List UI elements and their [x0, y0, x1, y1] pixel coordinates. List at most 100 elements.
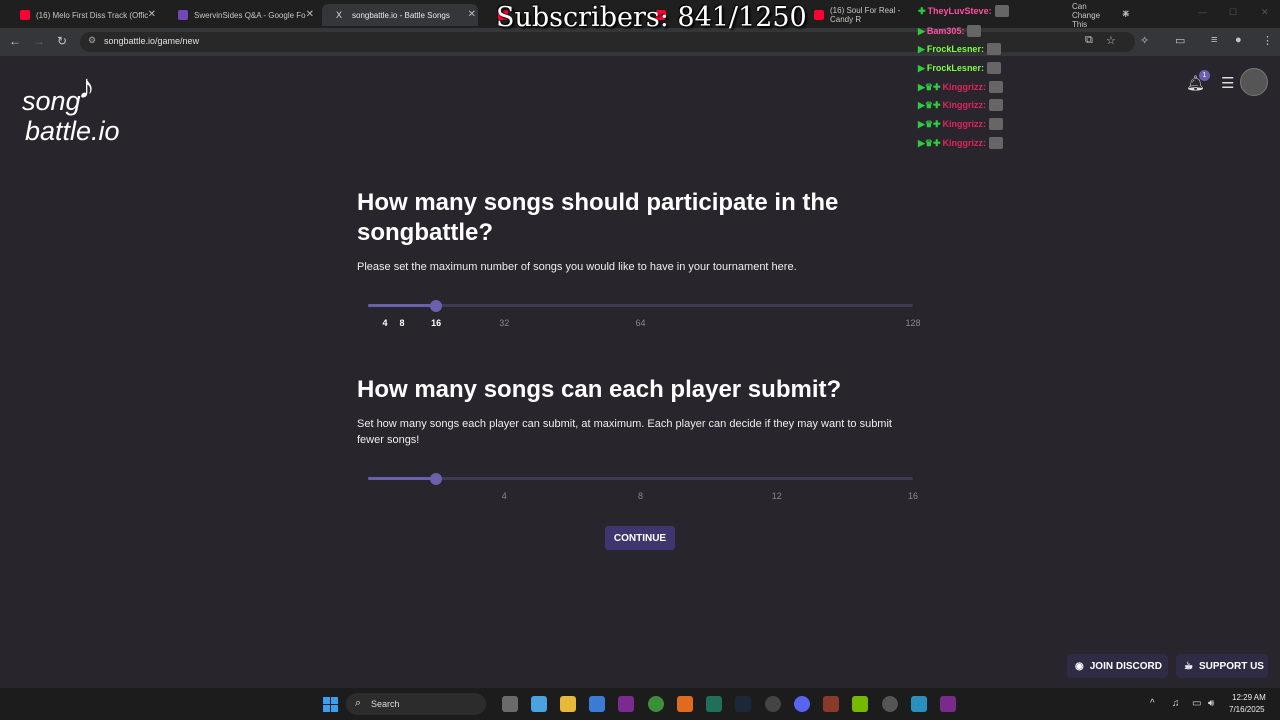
slider-tick-label: 4 [382, 318, 388, 328]
songs-per-player-slider[interactable] [368, 473, 913, 485]
bookmark-star-icon[interactable]: ☆ [1106, 34, 1116, 47]
join-discord-button[interactable]: ◉ JOIN DISCORD [1067, 654, 1168, 678]
slider-tick-label: 128 [905, 318, 921, 328]
chat-username: Kinggrizz: [942, 100, 987, 110]
songbattle-logo[interactable]: ♪ song battle.io [22, 68, 142, 148]
back-icon[interactable]: ← [9, 34, 21, 48]
slider-thumb[interactable] [430, 300, 443, 312]
songs-count-title: How many songs should participate in the… [357, 189, 839, 246]
notification-badge: 1 [1199, 70, 1210, 81]
tab-title: Can Change This [1072, 1, 1101, 29]
slider-tick-label: 32 [499, 318, 510, 328]
search-icon: ⌕ [355, 697, 362, 709]
slider-tick-label: 4 [501, 491, 507, 501]
app-icon[interactable] [940, 696, 956, 712]
minimize-icon[interactable]: — [1198, 7, 1207, 17]
notepad-icon[interactable] [911, 696, 927, 712]
tab-1[interactable]: (16) Melo First Diss Track (Offic ✕ [6, 4, 158, 26]
app-icon[interactable] [677, 696, 693, 712]
emote-icon [989, 137, 1004, 149]
new-tab-icon[interactable]: + [1122, 6, 1130, 21]
excel-icon[interactable] [706, 696, 722, 712]
close-icon[interactable]: ✕ [306, 9, 314, 20]
nvidia-icon[interactable] [852, 696, 868, 712]
site-info-icon[interactable]: ⚙ [88, 35, 96, 46]
tab-songbattle[interactable]: X songbattle.io - Battle Songs ✕ [322, 4, 478, 26]
chat-line: ✚ TheyLuvSteve: [918, 4, 1009, 18]
chat-username: Bam305: [926, 26, 965, 36]
reload-icon[interactable]: ↻ [57, 34, 67, 48]
discord-taskbar-icon[interactable] [794, 696, 810, 712]
google-forms-icon [178, 10, 188, 20]
url-text[interactable]: songbattle.io/game/new [104, 36, 199, 46]
songs-count-description: Please set the maximum number of songs y… [357, 261, 797, 273]
chat-username: TheyLuvSteve: [927, 6, 992, 16]
emote-icon [994, 5, 1009, 17]
split-view-icon[interactable]: ▭ [1175, 34, 1185, 47]
steam-icon[interactable] [735, 696, 751, 712]
tab-2[interactable]: SwervinSides Q&A - Google Fo ✕ [164, 4, 316, 26]
emote-icon [989, 99, 1004, 111]
chat-badge-icon: ▶♛✚ [918, 81, 941, 92]
tab-6[interactable]: (16) Soul For Real - Candy R [800, 4, 920, 26]
windows-taskbar [0, 688, 1280, 720]
windows-start-icon[interactable] [323, 697, 338, 712]
copilot-icon[interactable] [531, 696, 547, 712]
store-icon[interactable] [589, 696, 605, 712]
slider-fill [368, 304, 437, 307]
chat-username: FrockLesner: [926, 63, 984, 73]
window-close-icon[interactable]: ✕ [1261, 7, 1269, 18]
taskbar-search[interactable] [346, 693, 486, 715]
avatar[interactable] [1240, 68, 1268, 96]
slider-track [368, 304, 913, 307]
obs-icon[interactable] [765, 696, 781, 712]
chat-badge-icon: ▶ [918, 62, 925, 73]
reading-list-icon[interactable]: ≡ [1211, 34, 1217, 46]
forward-icon[interactable]: → [33, 34, 45, 48]
chat-line: ▶♛✚ Kinggrizz: [918, 98, 1004, 112]
support-us-button[interactable]: ☕︎ SUPPORT US [1176, 654, 1268, 678]
extensions-icon[interactable]: ✧ [1140, 34, 1149, 47]
kick-app-icon[interactable] [618, 696, 634, 712]
tab-title: (16) Melo First Diss Track (Offic [36, 10, 149, 20]
slider-track [368, 477, 913, 480]
task-view-icon[interactable] [502, 696, 518, 712]
chat-badge-icon: ▶♛✚ [918, 99, 941, 110]
tray-chevron-icon[interactable]: ^ [1150, 698, 1155, 709]
chat-line: ▶♛✚ Kinggrizz: [918, 136, 1004, 150]
tab-title: SwervinSides Q&A - Google Fo [194, 10, 306, 20]
close-icon[interactable]: ✕ [148, 9, 156, 20]
chrome-icon[interactable] [648, 696, 664, 712]
chat-username: Kinggrizz: [942, 82, 987, 92]
slider-thumb[interactable] [430, 473, 443, 485]
microphone-icon[interactable]: ♫ [1172, 698, 1180, 709]
kofi-cup-icon: ☕︎ [1184, 660, 1193, 672]
more-icon[interactable]: ⋮ [1262, 34, 1273, 47]
songs-count-slider[interactable] [368, 300, 913, 312]
slider-tick-label: 8 [399, 318, 405, 328]
install-app-icon[interactable]: ⧉ [1085, 34, 1093, 47]
volume-icon[interactable]: 🔊︎ [1208, 698, 1214, 709]
chat-line: ▶♛✚ Kinggrizz: [918, 80, 1004, 94]
close-icon[interactable]: ✕ [468, 9, 476, 20]
tab-title: (16) Soul For Real - Candy R [830, 6, 901, 24]
profile-icon[interactable]: ● [1235, 34, 1242, 46]
hamburger-menu-icon[interactable]: ☰ [1221, 74, 1234, 92]
network-icon[interactable]: ▭ [1192, 698, 1201, 709]
maximize-icon[interactable]: ☐ [1229, 7, 1237, 18]
chat-line: ▶ FrockLesner: [918, 42, 1001, 56]
clock-date: 7/16/2025 [1229, 705, 1265, 714]
continue-button[interactable]: CONTINUE [605, 526, 675, 550]
slider-tick-label: 64 [635, 318, 646, 328]
emote-icon [986, 43, 1001, 55]
tab-7[interactable]: Can Change This ✕ [1020, 1, 1130, 29]
file-explorer-icon[interactable] [560, 696, 576, 712]
app-icon[interactable] [882, 696, 898, 712]
songs-per-player-description: Set how many songs each player can submi… [357, 418, 892, 446]
songbattle-icon: X [336, 10, 343, 20]
logo-text-song: song [22, 86, 81, 116]
chat-badge-icon: ▶♛✚ [918, 137, 941, 148]
chat-badge-icon: ✚ [918, 5, 926, 16]
winrar-icon[interactable] [823, 696, 839, 712]
slider-tick-label: 16 [431, 318, 442, 328]
